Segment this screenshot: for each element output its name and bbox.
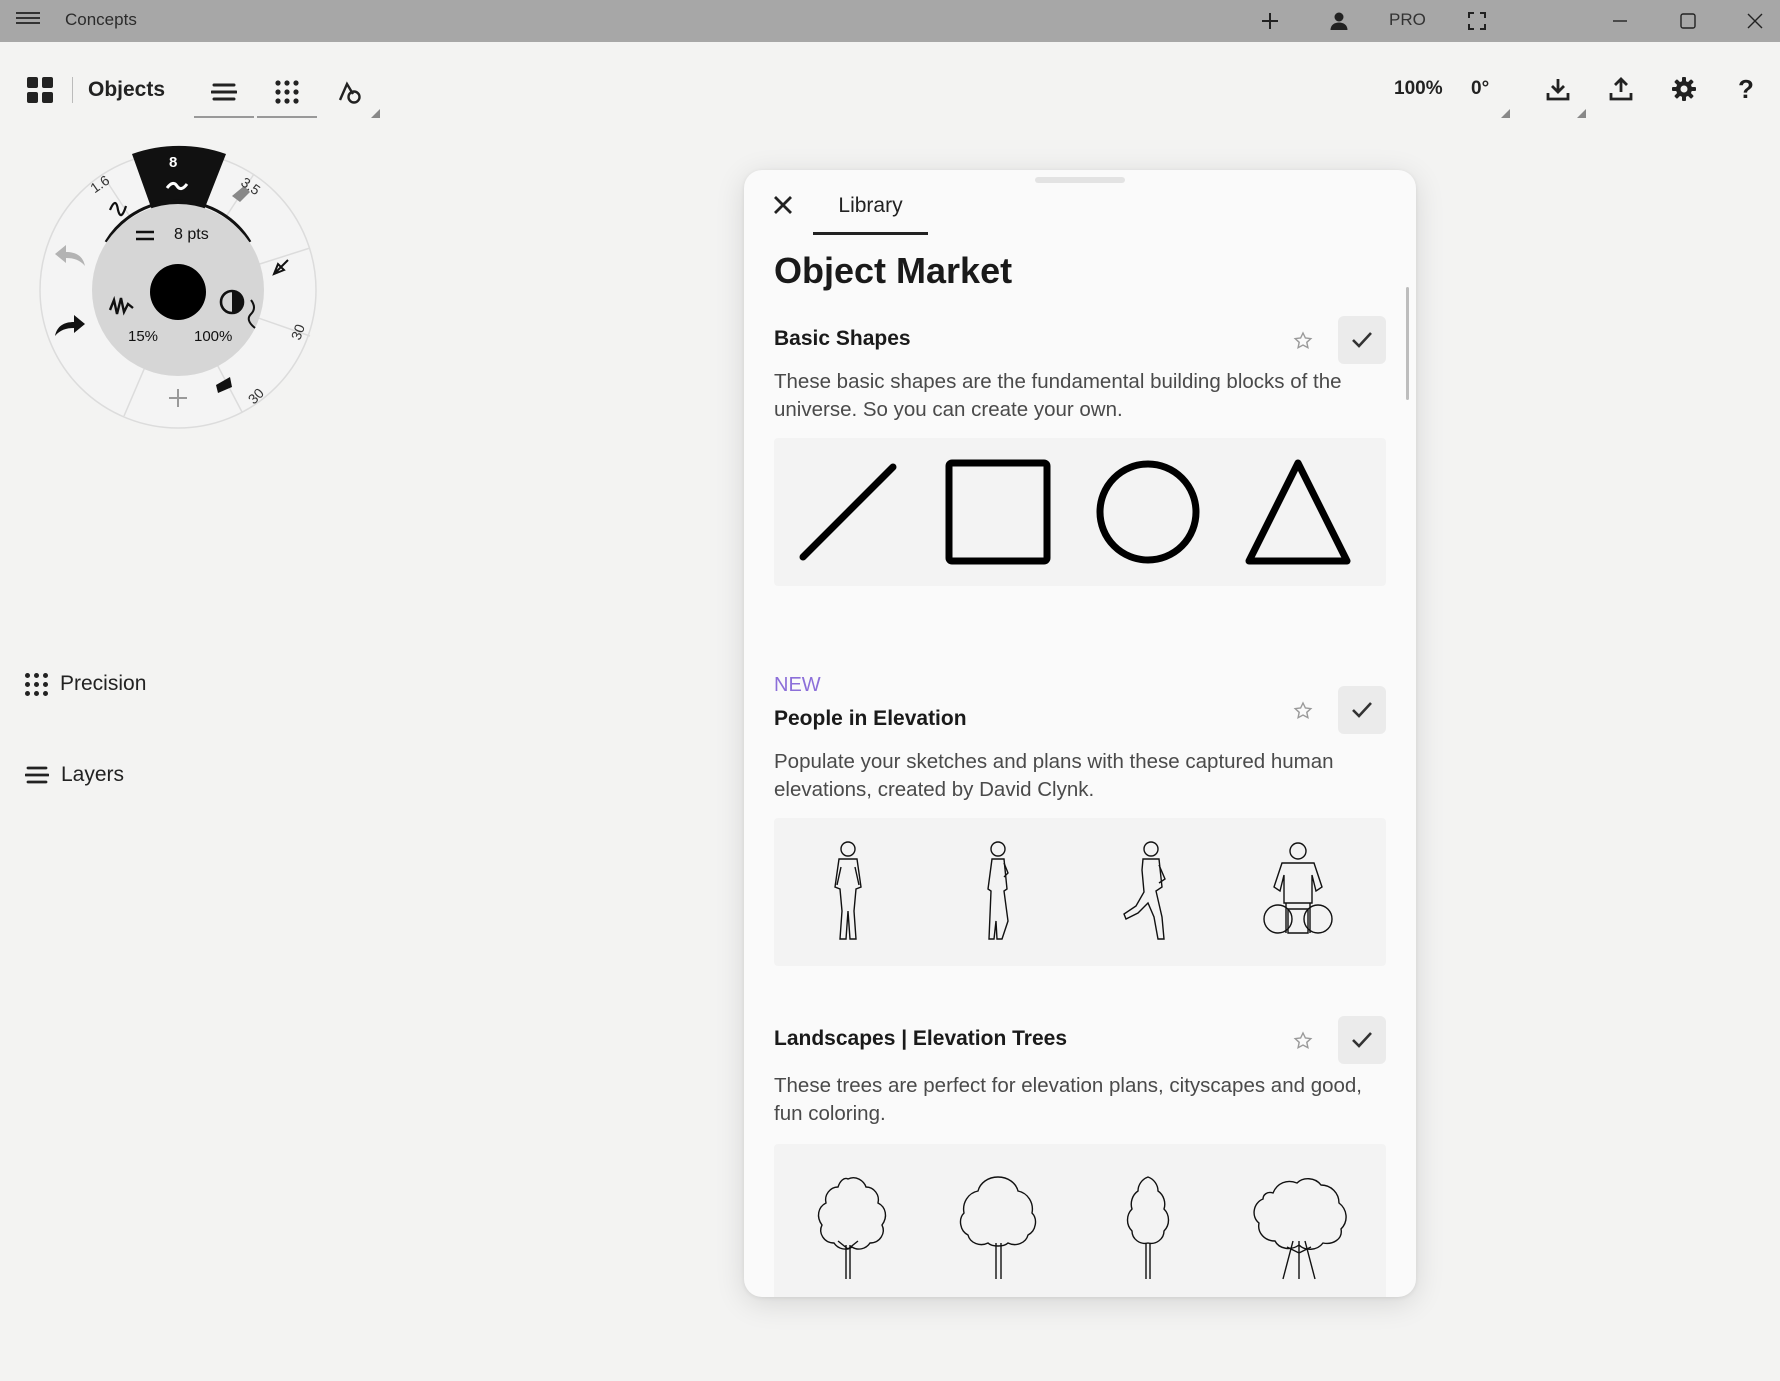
rotation-level[interactable]: 0°	[1471, 78, 1489, 100]
star-icon[interactable]	[1290, 698, 1316, 724]
precision-panel-button[interactable]: Precision	[25, 672, 146, 696]
layers-icon	[211, 83, 237, 101]
tree-spreading-thumb[interactable]	[1238, 1166, 1358, 1286]
app-title: Concepts	[65, 10, 137, 29]
color-swatch[interactable]	[150, 264, 206, 320]
check-icon	[1352, 332, 1372, 348]
maximize-icon[interactable]	[1671, 4, 1705, 38]
opacity-value: 100%	[194, 328, 233, 345]
pro-label[interactable]: PRO	[1389, 10, 1426, 30]
square-shape-thumb[interactable]	[938, 452, 1058, 572]
installed-check-button[interactable]	[1338, 316, 1386, 364]
tree-narrow-thumb[interactable]	[1088, 1166, 1208, 1286]
installed-check-button[interactable]	[1338, 686, 1386, 734]
close-icon[interactable]	[1738, 4, 1772, 38]
star-icon[interactable]	[1290, 1028, 1316, 1054]
section-label[interactable]: Objects	[88, 78, 165, 102]
smoothing-value: 15%	[128, 328, 159, 345]
library-panel: Library Object Market Basic Shapes These…	[744, 170, 1416, 1297]
layers-panel-button[interactable]: Layers	[25, 763, 124, 787]
person-walking-thumb[interactable]	[788, 832, 908, 952]
pack-title: People in Elevation	[774, 707, 967, 730]
import-icon[interactable]	[1541, 72, 1575, 106]
size-readout[interactable]: 8 pts	[174, 226, 209, 244]
layers-icon	[25, 766, 49, 784]
toolbar-divider	[72, 77, 73, 103]
pack-title: Landscapes | Elevation Trees	[774, 1027, 1068, 1050]
check-icon	[1352, 1032, 1372, 1048]
page-title: Object Market	[774, 250, 1013, 291]
pack-description: These trees are perfect for elevation pl…	[774, 1074, 1363, 1125]
title-bar: Concepts PRO	[0, 0, 1780, 42]
gear-icon[interactable]	[1667, 72, 1701, 106]
precision-grid-icon	[275, 80, 299, 104]
tree-round-thumb[interactable]	[788, 1166, 908, 1286]
hamburger-icon[interactable]	[16, 9, 40, 33]
precision-label: Precision	[60, 672, 147, 695]
export-icon[interactable]	[1604, 72, 1638, 106]
pack-description: These basic shapes are the fundamental b…	[774, 370, 1342, 421]
help-icon[interactable]: ?	[1729, 72, 1763, 106]
pack-title: Basic Shapes	[774, 327, 911, 350]
tree-broad-thumb[interactable]	[938, 1166, 1058, 1286]
brush-wheel[interactable]: 8 1.6 3.5 8 pts 15% 100% 30 30	[39, 140, 340, 440]
precision-tool-button[interactable]	[257, 66, 317, 118]
minimize-icon[interactable]	[1603, 4, 1637, 38]
layers-tool-button[interactable]	[194, 66, 254, 118]
undo-icon[interactable]	[52, 242, 88, 273]
view-menu-corner[interactable]	[1501, 109, 1510, 118]
person-running-thumb[interactable]	[1088, 832, 1208, 952]
zoom-level[interactable]: 100%	[1394, 78, 1443, 100]
tab-underline	[813, 232, 928, 235]
pack-preview[interactable]	[774, 818, 1386, 966]
pack-preview[interactable]	[774, 1144, 1386, 1297]
check-icon	[1352, 702, 1372, 718]
pack-preview[interactable]	[774, 438, 1386, 586]
person-standing-thumb[interactable]	[938, 832, 1058, 952]
installed-check-button[interactable]	[1338, 1016, 1386, 1064]
plus-icon[interactable]	[1253, 4, 1287, 38]
drag-handle[interactable]	[1035, 177, 1125, 183]
active-brush-size: 8	[169, 154, 178, 171]
pack-description: Populate your sketches and plans with th…	[774, 750, 1334, 801]
redo-icon[interactable]	[52, 312, 88, 343]
shapes-menu-corner[interactable]	[371, 109, 380, 118]
shapes-icon	[338, 81, 361, 104]
fullscreen-icon[interactable]	[1460, 4, 1494, 38]
line-shape-thumb[interactable]	[788, 452, 908, 572]
import-menu-corner[interactable]	[1577, 109, 1586, 118]
star-icon[interactable]	[1290, 328, 1316, 354]
scrollbar[interactable]	[1406, 287, 1409, 400]
layers-label: Layers	[61, 763, 125, 786]
precision-grid-icon	[25, 672, 48, 696]
gallery-grid-icon[interactable]	[27, 77, 53, 103]
account-icon[interactable]	[1322, 4, 1356, 38]
new-badge: NEW	[774, 674, 821, 696]
person-wheelchair-thumb[interactable]	[1238, 832, 1358, 952]
close-panel-icon[interactable]	[766, 188, 800, 222]
triangle-shape-thumb[interactable]	[1238, 452, 1358, 572]
tab-library[interactable]: Library	[813, 194, 928, 218]
circle-shape-thumb[interactable]	[1088, 452, 1208, 572]
